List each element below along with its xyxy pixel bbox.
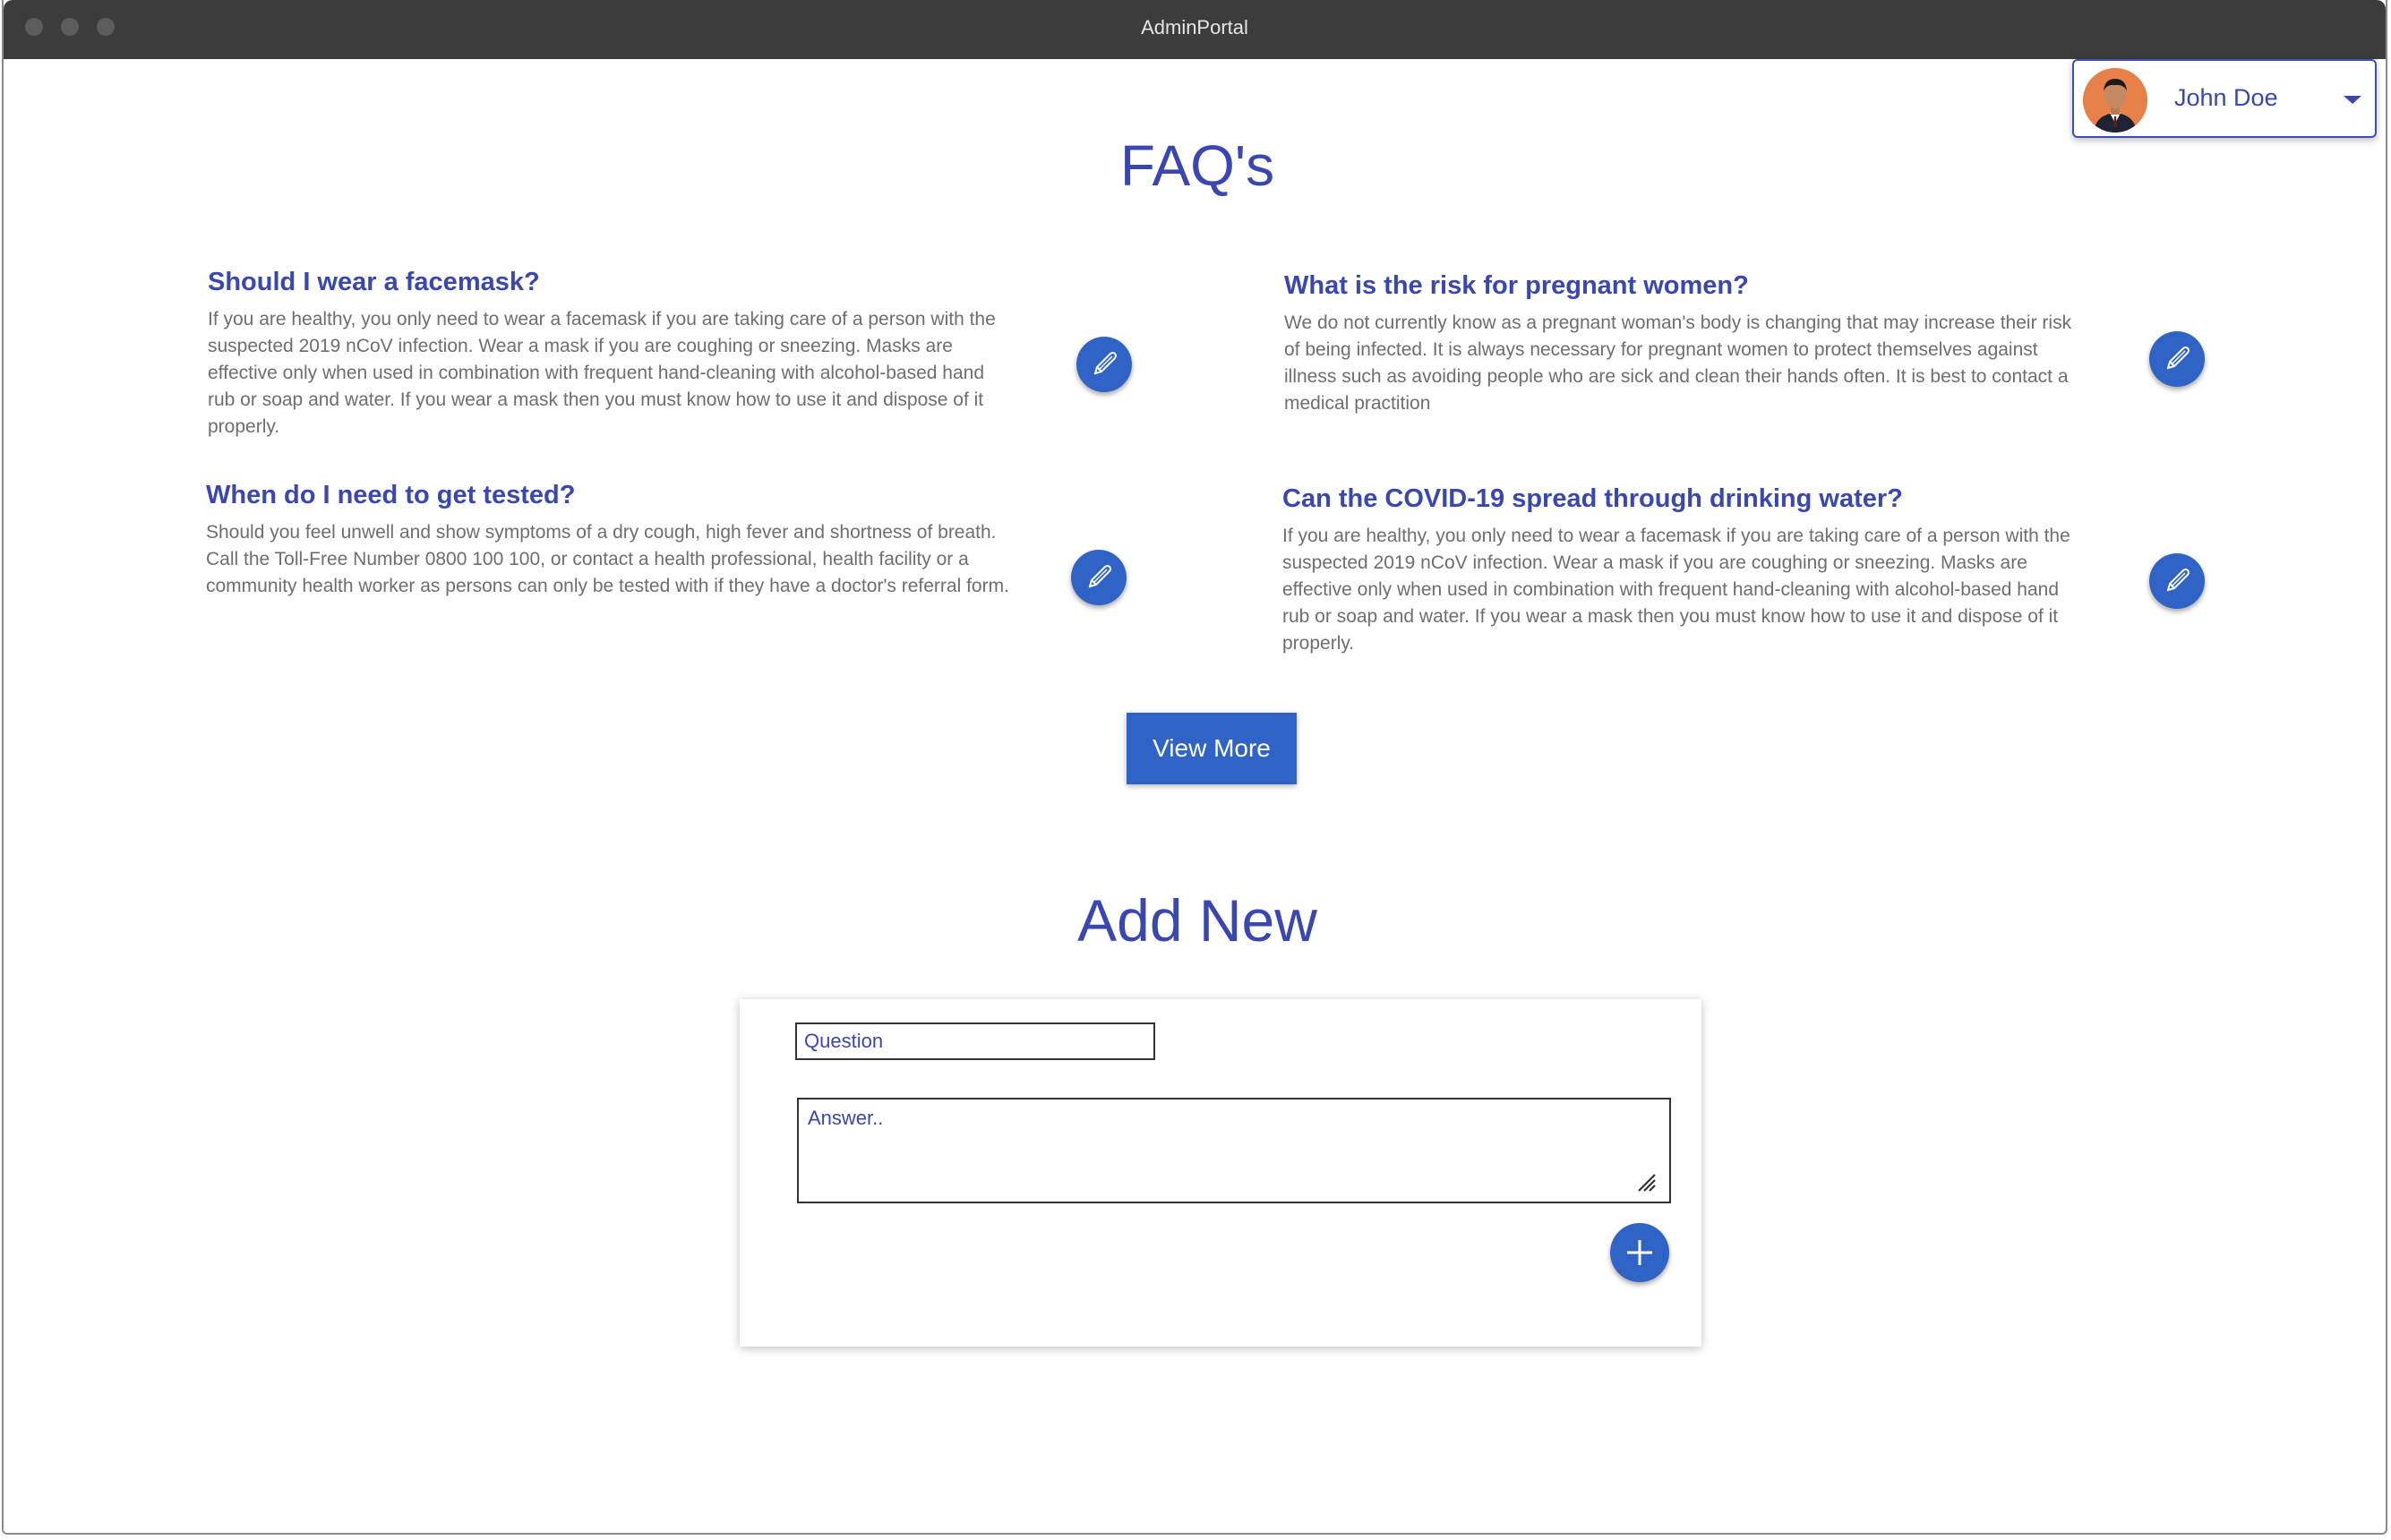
edit-faq-button[interactable] xyxy=(1071,550,1127,605)
plus-icon xyxy=(1627,1240,1652,1265)
edit-faq-button[interactable] xyxy=(1076,337,1132,392)
add-new-title: Add New xyxy=(1077,887,1317,954)
pen-icon xyxy=(1093,352,1117,375)
edit-faq-button[interactable] xyxy=(2149,331,2205,387)
faq-answer: If you are healthy, you only need to wea… xyxy=(208,309,996,437)
faq-answer: We do not currently know as a pregnant w… xyxy=(1284,312,2072,414)
chevron-down-icon[interactable] xyxy=(2343,95,2362,106)
app-window: AdminPortal John Doe FAQ's Should I wear… xyxy=(2,0,2387,1535)
resize-handle-icon[interactable] xyxy=(1635,1171,1657,1193)
faq-question: Can the COVID-19 spread through drinking… xyxy=(1282,484,1903,513)
faq-answer: If you are healthy, you only need to wea… xyxy=(1282,526,2070,654)
faq-item: What is the risk for pregnant women? We … xyxy=(1284,270,2090,417)
avatar xyxy=(2083,68,2147,133)
faq-answer: Should you feel unwell and show symptoms… xyxy=(206,522,1009,596)
user-menu[interactable]: John Doe xyxy=(2072,59,2377,138)
pen-icon xyxy=(2166,346,2190,370)
user-avatar-icon xyxy=(2083,68,2147,133)
faq-title: FAQ's xyxy=(1119,133,1275,198)
pen-icon xyxy=(2166,569,2190,592)
answer-textarea[interactable] xyxy=(797,1098,1671,1203)
user-name: John Doe xyxy=(2174,84,2278,111)
question-input[interactable] xyxy=(795,1022,1155,1060)
faq-question: Should I wear a facemask? xyxy=(208,268,540,296)
faq-question: What is the risk for pregnant women? xyxy=(1284,271,1749,300)
faq-question: When do I need to get tested? xyxy=(206,481,576,509)
pen-icon xyxy=(1088,565,1111,588)
faq-item: Should I wear a facemask? If you are hea… xyxy=(208,267,1014,441)
window-title: AdminPortal xyxy=(1141,16,1248,38)
add-faq-button[interactable] xyxy=(1610,1223,1669,1282)
add-faq-form xyxy=(740,999,1701,1347)
faq-item: When do I need to get tested? Should you… xyxy=(206,480,1012,600)
view-more-button[interactable]: View More xyxy=(1127,713,1297,784)
edit-faq-button[interactable] xyxy=(2149,553,2205,609)
faq-item: Can the COVID-19 spread through drinking… xyxy=(1282,483,2088,657)
title-bar: AdminPortal xyxy=(4,0,2386,59)
